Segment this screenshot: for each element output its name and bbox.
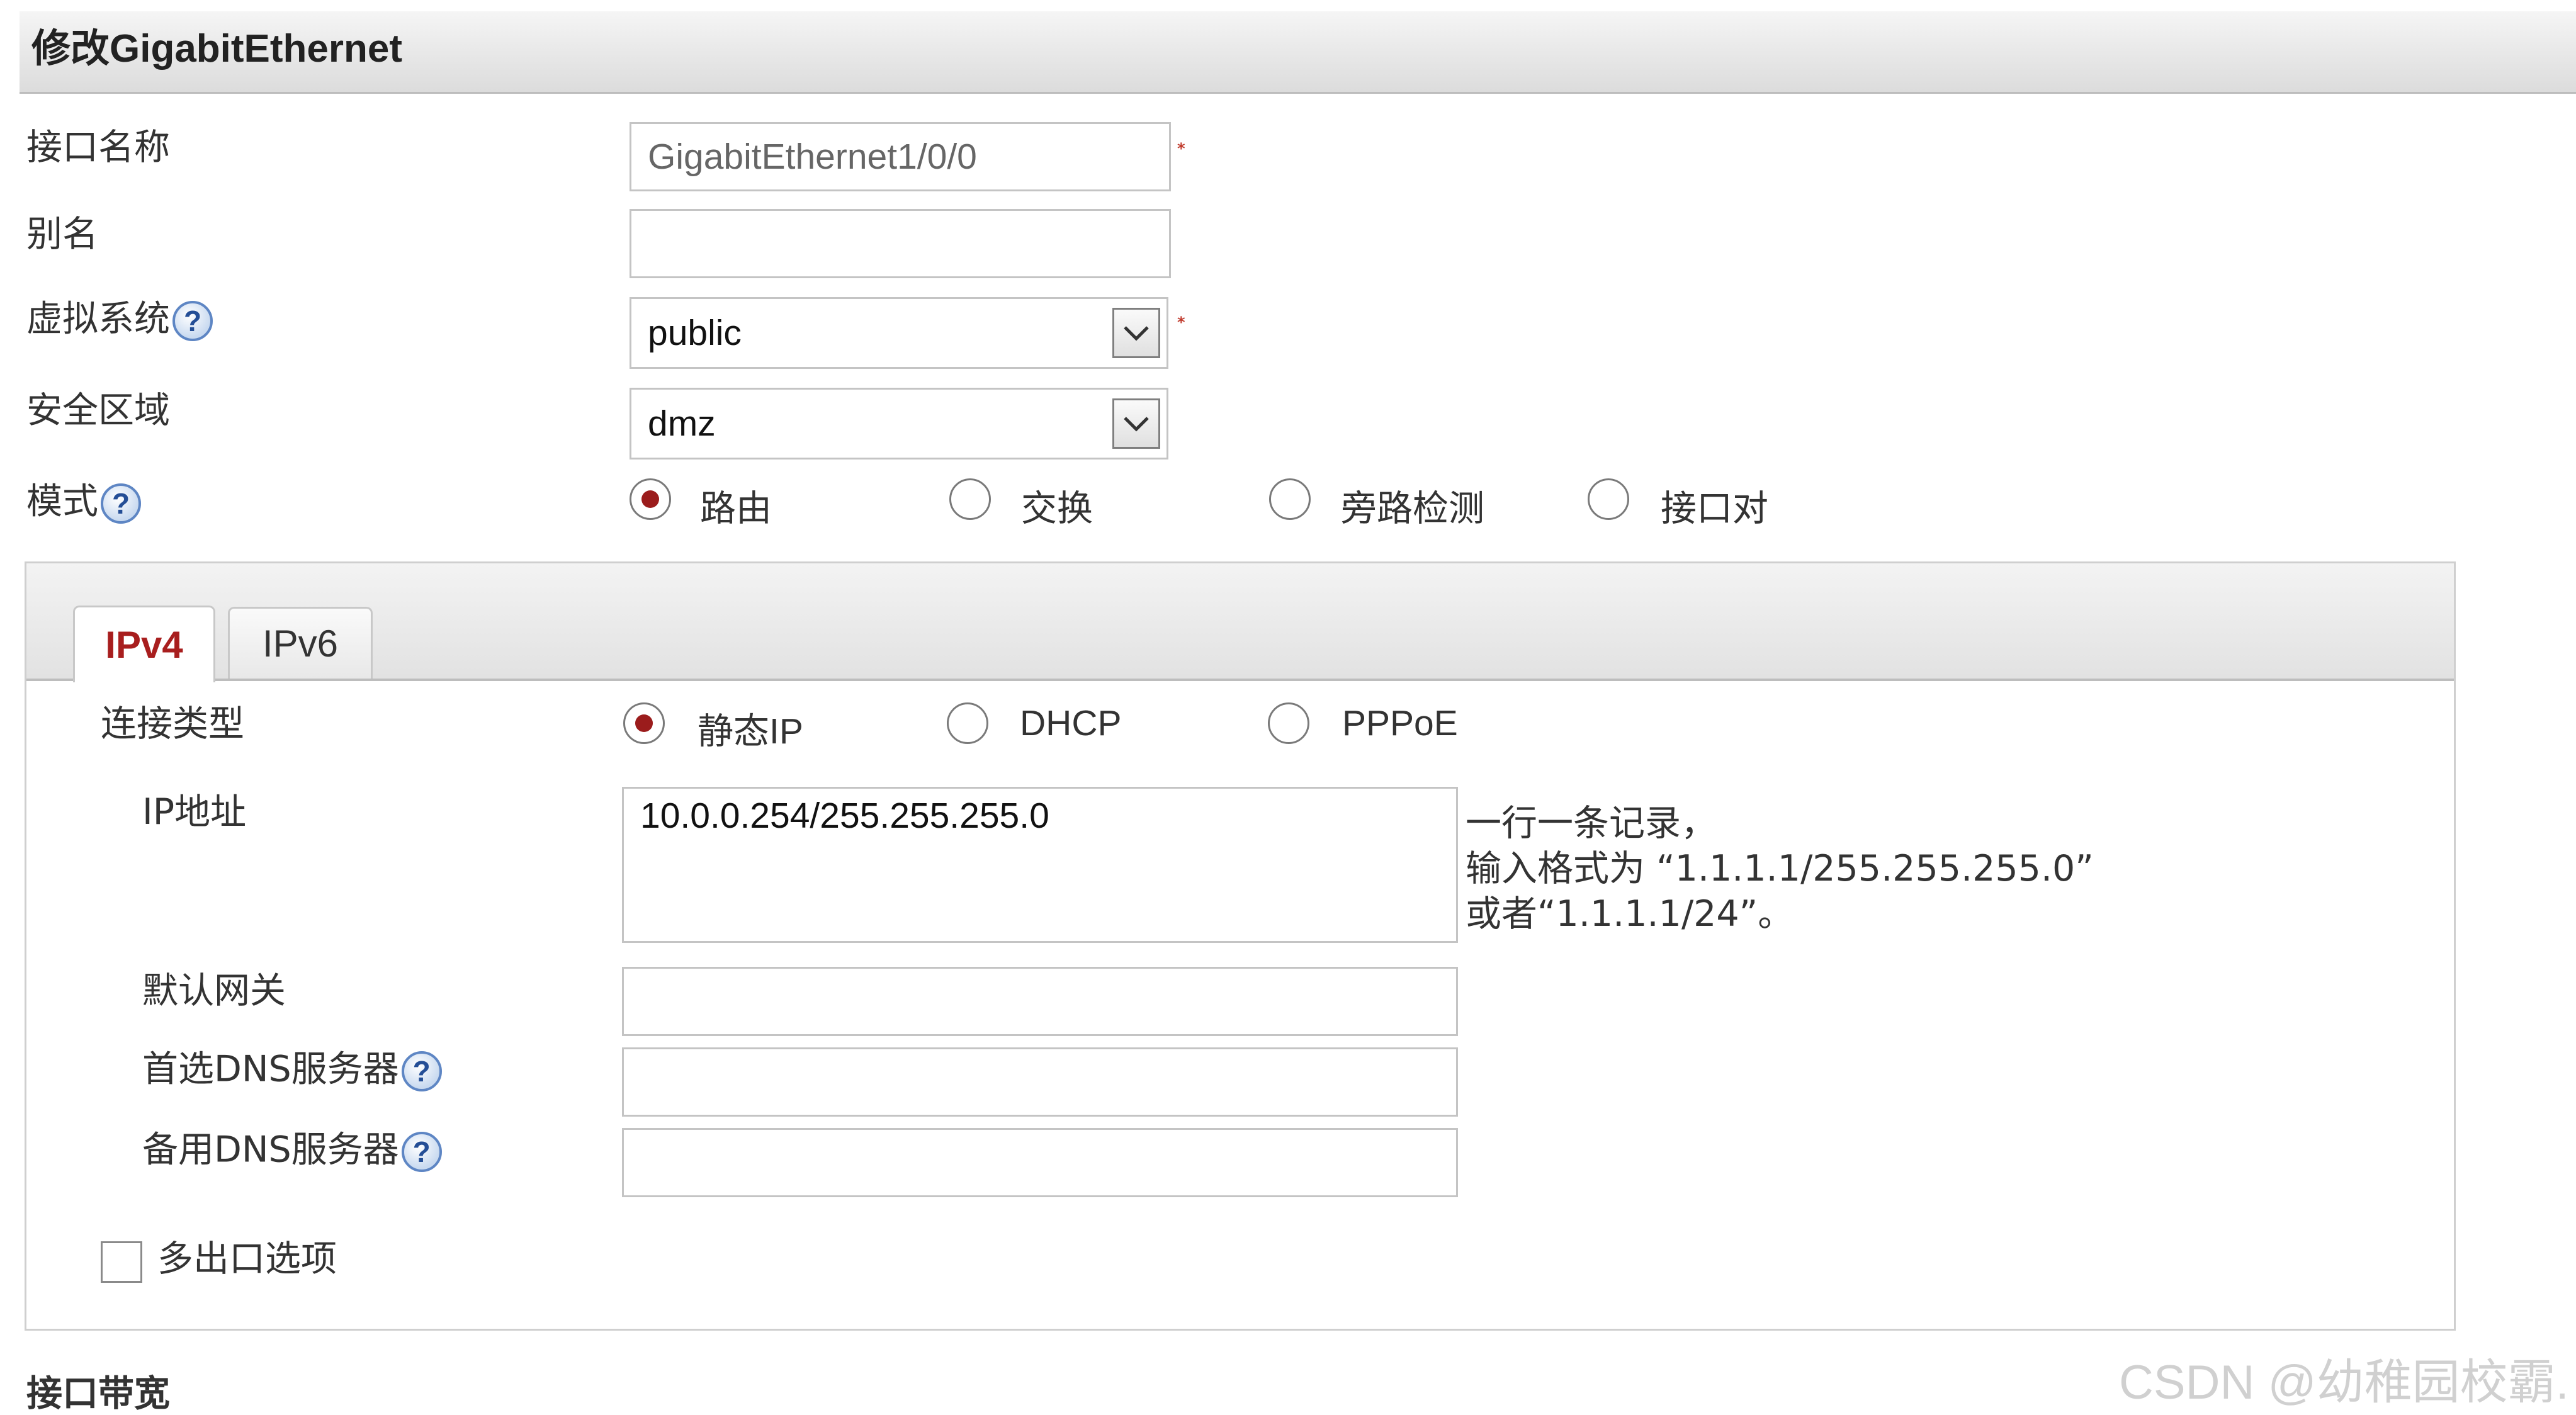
mode-option-label[interactable]: 接口对 [1661,480,1768,531]
multi-egress-label[interactable]: 多出口选项 [157,1241,337,1277]
mode-radio-switch[interactable] [949,478,991,520]
mode-label: 模式? [26,483,141,524]
connection-radio-pppoe[interactable] [1268,702,1309,744]
required-mark: * [1177,313,1185,331]
interface-name-label: 接口名称 [26,127,170,168]
mode-option-label[interactable]: 交换 [1021,480,1093,531]
alias-label: 别名 [26,213,98,255]
ip-address-label: IP地址 [142,791,247,833]
connection-radio-dhcp[interactable] [947,702,988,744]
virtual-system-select[interactable]: public [630,297,1168,369]
chevron-down-icon [1124,417,1149,432]
virtual-system-label: 虚拟系统? [26,301,213,341]
multi-egress-checkbox[interactable] [101,1241,142,1283]
connection-option-label[interactable]: DHCP [1020,702,1122,744]
dropdown-button[interactable] [1112,398,1160,449]
connection-option-label[interactable]: PPPoE [1342,702,1458,744]
help-icon[interactable]: ? [401,1132,442,1172]
help-icon[interactable]: ? [172,301,213,341]
security-zone-label: 安全区域 [26,390,170,431]
interface-name-field[interactable]: GigabitEthernet1/0/0 [630,122,1171,191]
ip-address-textarea[interactable]: 10.0.0.254/255.255.255.0 [622,787,1458,943]
help-icon[interactable]: ? [101,483,141,524]
tab-ipv6[interactable]: IPv6 [228,607,373,679]
backup-dns-input[interactable] [622,1128,1458,1197]
mode-radio-route[interactable] [630,478,671,520]
alias-input[interactable] [630,209,1171,278]
hint-line: 一行一条记录， [1466,803,1717,844]
dropdown-button[interactable] [1112,308,1160,358]
default-gateway-input[interactable] [622,967,1458,1036]
dialog-title: 修改GigabitEthernet [31,27,403,70]
security-zone-value: dmz [648,403,716,444]
mode-radio-interface-pair[interactable] [1588,478,1629,520]
hint-line: 或者“1.1.1.1/24”。 [1466,893,1794,935]
bandwidth-section-title: 接口带宽 [26,1373,170,1414]
tab-ipv4[interactable]: IPv4 [73,606,215,682]
default-gateway-label: 默认网关 [142,970,286,1012]
mode-radio-bypass[interactable] [1269,478,1311,520]
hint-line: 输入格式为 “1.1.1.1/255.255.255.0” [1466,848,2094,889]
tab-strip [26,563,2454,681]
mode-option-label[interactable]: 旁路检测 [1341,480,1484,531]
primary-dns-label: 首选DNS服务器? [142,1051,442,1091]
help-icon[interactable]: ? [401,1051,442,1091]
primary-dns-input[interactable] [622,1047,1458,1117]
required-mark: * [1177,140,1185,157]
connection-type-label: 连接类型 [101,703,244,745]
watermark: CSDN @幼稚园校霸. [2119,1356,2569,1409]
chevron-down-icon [1124,326,1149,341]
backup-dns-label: 备用DNS服务器? [142,1132,442,1172]
connection-option-label[interactable]: 静态IP [698,702,803,754]
dialog-title-bar [20,11,2576,94]
mode-option-label[interactable]: 路由 [700,480,772,531]
virtual-system-value: public [648,313,742,353]
radio-selected-dot [635,714,653,732]
security-zone-select[interactable]: dmz [630,388,1168,459]
radio-selected-dot [641,490,659,508]
connection-radio-static[interactable] [623,702,665,744]
ip-address-hint: 一行一条记录， 输入格式为 “1.1.1.1/255.255.255.0” 或者… [1466,801,2094,937]
